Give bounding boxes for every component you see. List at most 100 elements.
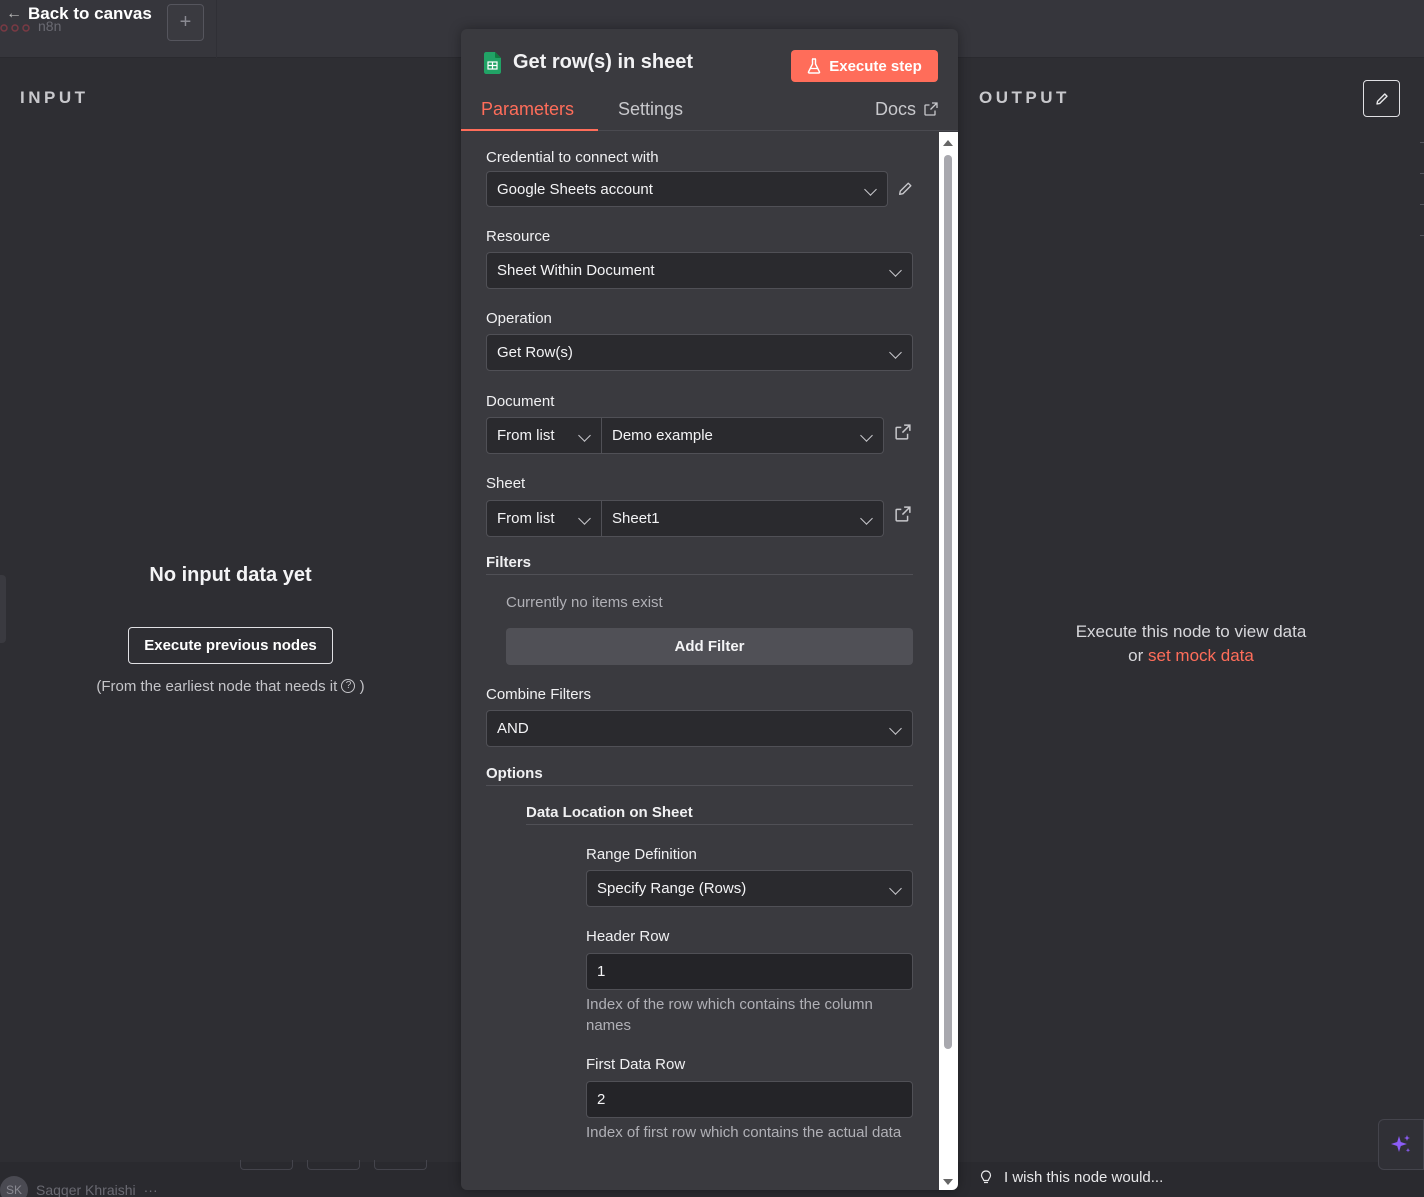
user-name: Saqqer Khraishi [36,1182,136,1197]
filters-empty-text: Currently no items exist [506,594,663,611]
avatar: SK [0,1176,28,1197]
panel-drag-handle[interactable] [0,575,6,643]
input-panel: INPUT No input data yet Execute previous… [0,58,461,1162]
node-tabs: Parameters Settings Docs [461,99,958,131]
topbar-divider [216,0,217,58]
external-link-icon[interactable] [895,424,911,440]
add-node-button[interactable]: + [167,4,204,41]
resource-value: Sheet Within Document [497,262,655,279]
execute-previous-hint: (From the earliest node that needs it ? … [0,678,461,695]
first-data-row-input[interactable]: 2 [586,1081,913,1118]
document-mode-value: From list [497,427,555,444]
operation-value: Get Row(s) [497,344,573,361]
scroll-up-arrow-icon[interactable] [943,140,953,146]
canvas-control-tab[interactable] [240,1160,293,1170]
resource-select[interactable]: Sheet Within Document [486,252,913,289]
section-divider [486,574,913,575]
range-definition-value: Specify Range (Rows) [597,880,747,897]
section-divider [486,785,913,786]
ai-assistant-button[interactable] [1378,1119,1424,1170]
external-link-icon[interactable] [895,506,911,522]
combine-filters-select[interactable]: AND [486,710,913,747]
google-sheets-icon [484,51,501,74]
credential-value: Google Sheets account [497,180,653,198]
credential-label: Credential to connect with [486,149,659,166]
parameters-pane: Credential to connect with Google Sheets… [461,132,939,1190]
back-to-canvas-label: Back to canvas [28,4,152,23]
output-or-text: or [1128,646,1144,665]
input-panel-title: INPUT [20,88,89,107]
canvas-edge-marks [1420,142,1424,266]
header-row-hint: Index of the row which contains the colu… [586,996,873,1034]
more-icon[interactable]: ··· [144,1182,158,1197]
credential-select[interactable]: Google Sheets account [486,171,888,207]
header-row-label: Header Row [586,928,670,945]
hint-text: (From the earliest node that needs it [96,678,338,695]
chevron-down-icon [578,429,591,442]
scrollbar-thumb[interactable] [944,155,952,1049]
hint-suffix: ) [359,678,365,695]
combine-filters-label: Combine Filters [486,686,592,703]
node-details-dialog: Get row(s) in sheet Execute step Paramet… [461,29,958,1190]
sheet-value: Sheet1 [612,510,660,527]
operation-select[interactable]: Get Row(s) [486,334,913,371]
chevron-down-icon [889,346,902,359]
range-definition-label: Range Definition [586,846,697,863]
parameters-scrollbar[interactable] [939,132,958,1190]
external-link-icon [924,102,938,116]
arrow-left-icon: ← [6,5,22,22]
feedback-wish-link[interactable]: I wish this node would... [980,1169,1163,1186]
execute-step-label: Execute step [829,57,922,75]
output-empty-line-2: or set mock data [958,644,1424,668]
back-to-canvas-link[interactable]: ← Back to canvas [6,4,152,24]
execute-previous-nodes-button[interactable]: Execute previous nodes [128,627,333,664]
filters-label: Filters [486,554,532,571]
add-filter-button[interactable]: Add Filter [506,628,913,665]
range-definition-select[interactable]: Specify Range (Rows) [586,870,913,907]
flask-icon [807,58,821,74]
document-mode-select[interactable]: From list [486,417,602,454]
edit-output-button[interactable] [1363,80,1400,117]
node-title[interactable]: Get row(s) in sheet [513,51,693,74]
chevron-down-icon [889,264,902,277]
chevron-down-icon [889,882,902,895]
pencil-icon [1375,92,1388,105]
document-label: Document [486,393,555,410]
canvas-controls [240,1160,427,1170]
chevron-down-icon [578,512,591,525]
node-title-row: Get row(s) in sheet [484,51,693,74]
execute-step-button[interactable]: Execute step [791,50,938,82]
sheet-select[interactable]: Sheet1 [602,500,884,537]
output-empty-line: Execute this node to view data [1075,622,1307,641]
sheet-mode-value: From list [497,510,555,527]
header-row-input[interactable]: 1 [586,953,913,990]
operation-label: Operation [486,310,552,327]
scroll-down-arrow-icon[interactable] [943,1179,953,1185]
first-data-row-label: First Data Row [586,1056,686,1073]
user-row[interactable]: SK Saqqer Khraishi ··· [0,1176,158,1197]
canvas-control-tab[interactable] [374,1160,427,1170]
canvas-control-tab[interactable] [307,1160,360,1170]
output-empty-state: Execute this node to view data or set mo… [958,620,1424,668]
chevron-down-icon [860,512,873,525]
wish-text: I wish this node would... [1004,1169,1164,1186]
section-divider [526,824,913,825]
docs-label: Docs [874,99,916,119]
output-panel: OUTPUT Execute this node to view data or… [958,58,1424,1162]
document-select[interactable]: Demo example [602,417,884,454]
help-icon[interactable]: ? [341,679,356,693]
document-value: Demo example [612,427,713,444]
tab-parameters[interactable]: Parameters [481,99,574,131]
tab-docs[interactable]: Docs [875,99,938,131]
node-header: Get row(s) in sheet Execute step Paramet… [461,29,958,131]
input-empty-state: No input data yet Execute previous nodes… [0,564,461,695]
combine-filters-value: AND [497,720,529,737]
no-input-headline: No input data yet [149,564,312,586]
sheet-mode-select[interactable]: From list [486,500,602,537]
chevron-down-icon [864,183,877,196]
chevron-down-icon [860,429,873,442]
tab-settings[interactable]: Settings [618,99,683,131]
edit-credential-pencil-icon[interactable] [897,180,914,197]
set-mock-data-link[interactable]: set mock data [1148,646,1254,665]
active-tab-indicator [461,129,598,131]
